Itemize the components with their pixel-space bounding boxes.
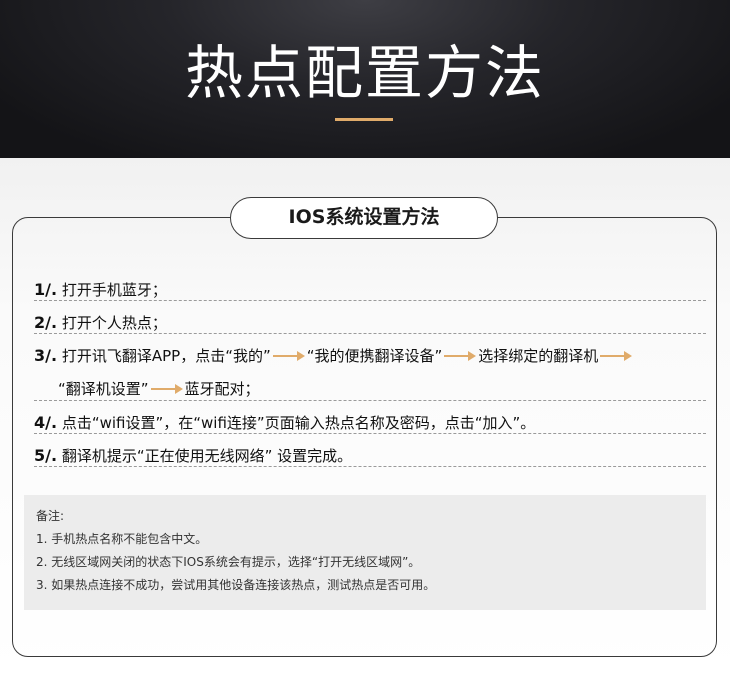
header-banner: 热点配置方法 [0,0,730,158]
step-text-part5: 蓝牙配对； [184,380,260,398]
note-item: 1. 手机热点名称不能包含中文。 [36,532,208,546]
note-item: 2. 无线区域网关闭的状态下IOS系统会有提示，选择“打开无线区域网”。 [36,555,421,569]
step-text-part1: 打开讯飞翻译APP，点击“我的” [61,347,271,365]
step-text: 翻译机提示“正在使用无线网络” 设置完成。 [61,447,353,465]
note-item: 3. 如果热点连接不成功，尝试用其他设备连接该热点，测试热点是否可用。 [36,578,436,592]
step-1: 1/. 打开手机蓝牙； [34,279,706,301]
step-number: 1/. [34,280,58,299]
title-underline [335,118,393,121]
step-number: 5/. [34,446,58,465]
step-3-continued: “翻译机设置” 蓝牙配对； [58,378,698,400]
divider [34,333,706,334]
step-3: 3/. 打开讯飞翻译APP，点击“我的” “我的便携翻译设备” 选择绑定的翻译机 [34,345,706,367]
arrow-right-icon [150,383,183,394]
notes-box: 备注: 1. 手机热点名称不能包含中文。 2. 无线区域网关闭的状态下IOS系统… [24,495,706,610]
page-title: 热点配置方法 [184,39,545,107]
step-5: 5/. 翻译机提示“正在使用无线网络” 设置完成。 [34,445,706,467]
step-number: 2/. [34,313,58,332]
step-text-part4: “翻译机设置” [58,380,149,398]
divider [34,300,706,301]
arrow-right-icon [444,350,477,361]
step-2: 2/. 打开个人热点； [34,312,706,334]
step-text: 打开手机蓝牙； [61,281,167,299]
section-title: IOS系统设置方法 [230,197,498,239]
step-text: 打开个人热点； [61,314,167,332]
step-text-part2: “我的便携翻译设备” [306,347,443,365]
step-number: 4/. [34,413,58,432]
notes-title: 备注: [36,509,65,523]
arrow-right-icon [272,350,305,361]
step-text: 点击“wifi设置”，在“wifi连接”页面输入热点名称及密码，点击“加入”。 [61,414,536,432]
divider [34,466,706,467]
arrow-right-icon [600,350,633,361]
step-4: 4/. 点击“wifi设置”，在“wifi连接”页面输入热点名称及密码，点击“加… [34,412,706,434]
divider [34,400,706,401]
step-number: 3/. [34,346,58,365]
divider [34,433,706,434]
step-text-part3: 选择绑定的翻译机 [478,347,599,365]
